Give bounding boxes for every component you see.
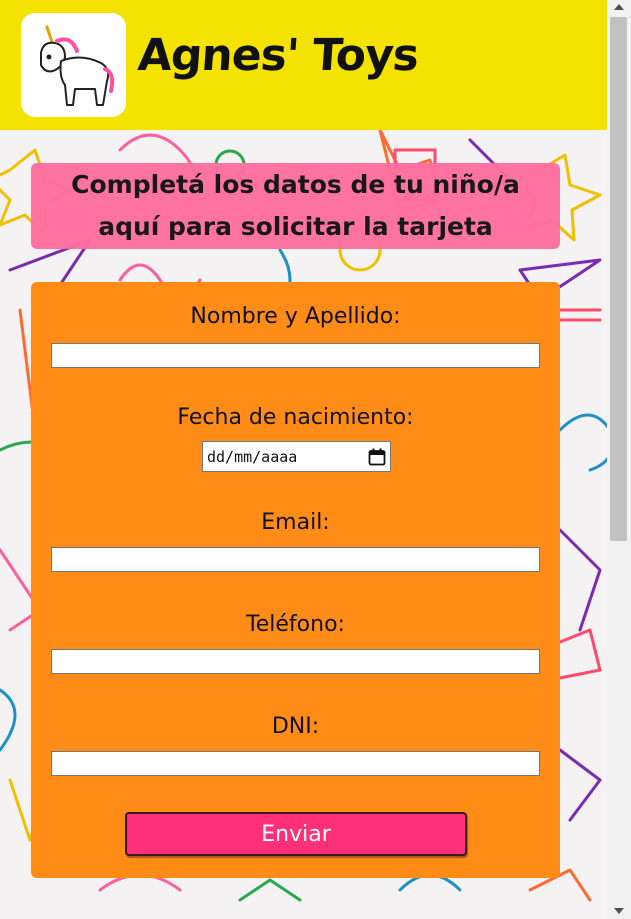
scroll-down-arrow-icon[interactable] (614, 908, 624, 914)
birth-date-placeholder: dd/mm/aaaa (207, 447, 298, 466)
form-intro-line-2: aquí para solicitar la tarjeta (98, 212, 493, 241)
name-label: Nombre y Apellido: (190, 304, 401, 329)
calendar-icon[interactable] (368, 448, 386, 466)
name-input[interactable] (51, 343, 540, 368)
page-scrollbar[interactable] (607, 0, 631, 919)
dni-input[interactable] (51, 751, 540, 776)
birth-date-input[interactable]: dd/mm/aaaa (202, 441, 391, 472)
card-request-form: Nombre y Apellido: Fecha de nacimiento: … (31, 282, 560, 878)
scroll-up-arrow-icon[interactable] (614, 4, 624, 10)
email-label: Email: (261, 510, 330, 535)
scroll-thumb[interactable] (610, 17, 627, 541)
form-intro-heading: Completá los datos de tu niño/a aquí par… (36, 164, 556, 248)
email-input[interactable] (51, 547, 540, 572)
site-header: Agnes' Toys (0, 0, 607, 130)
phone-label: Teléfono: (246, 612, 345, 637)
phone-input[interactable] (51, 649, 540, 674)
brand-name: Agnes' Toys (136, 30, 420, 81)
dni-label: DNI: (271, 714, 320, 739)
birth-date-label: Fecha de nacimiento: (177, 405, 414, 430)
page: Agnes' Toys Completá los datos de tu niñ… (0, 0, 607, 919)
form-intro-line-1: Completá los datos de tu niño/a (71, 170, 520, 199)
submit-button[interactable]: Enviar (125, 812, 467, 856)
form-intro-banner: Completá los datos de tu niño/a aquí par… (31, 163, 560, 249)
unicorn-logo-icon[interactable] (21, 13, 126, 117)
